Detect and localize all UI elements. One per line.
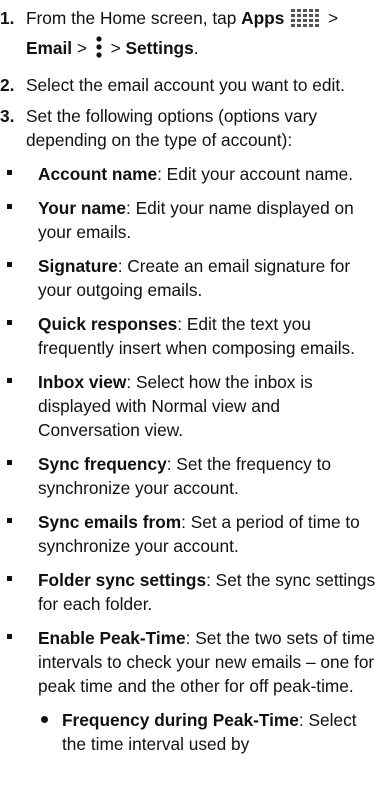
options-list: Account name: Edit your account name. Yo… [0,162,390,756]
step-text: Select the email account you want to edi… [26,75,345,95]
bullet-square-icon [7,460,12,465]
option-term: Sync frequency [38,454,167,474]
separator: > [105,38,126,58]
option-term: Account name [38,164,158,184]
bullet-square-icon [7,204,12,209]
list-item: Signature: Create an email signature for… [0,254,390,302]
step-2: 2. Select the email account you want to … [0,73,390,97]
apps-grid-icon [291,9,321,33]
more-options-icon [96,36,102,64]
list-item: Folder sync settings: Set the sync setti… [0,568,390,616]
list-item: Sync emails from: Set a period of time t… [0,510,390,558]
bullet-square-icon [7,634,12,639]
option-term: Quick responses [38,314,178,334]
step-text: Set the following options (options vary … [26,106,318,150]
settings-label: Settings [125,38,194,58]
list-item: Quick responses: Edit the text you frequ… [0,312,390,360]
instructions-page: 1. From the Home screen, tap Apps > Emai… [0,0,390,756]
step-text: From the Home screen, tap [26,8,242,28]
apps-label: Apps [241,8,285,28]
list-item: Your name: Edit your name displayed on y… [0,196,390,244]
step-3: 3. Set the following options (options va… [0,104,390,152]
step-number: 1. [0,8,15,28]
bullet-square-icon [7,320,12,325]
step-number: 3. [0,106,15,126]
list-item: Enable Peak-Time: Set the two sets of ti… [0,626,390,756]
bullet-square-icon [7,378,12,383]
step-1-line-2: Email > > Settings. [26,36,382,66]
list-item: Account name: Edit your account name. [0,162,390,186]
step-1: 1. From the Home screen, tap Apps > Emai… [0,6,390,66]
option-term: Signature [38,256,118,276]
list-item: Inbox view: Select how the inbox is disp… [0,370,390,442]
bullet-square-icon [7,576,12,581]
option-desc: : Edit your account name. [157,164,354,184]
bullet-dot-icon [41,716,48,723]
sub-options-list: Frequency during Peak-Time: Select the t… [38,708,382,756]
option-term: Sync emails from [38,512,182,532]
bullet-square-icon [7,262,12,267]
list-item: Frequency during Peak-Time: Select the t… [38,708,382,756]
option-term: Enable Peak-Time [38,628,186,648]
bullet-square-icon [7,170,12,175]
list-item: Sync frequency: Set the frequency to syn… [0,452,390,500]
option-term: Your name [38,198,127,218]
option-term: Inbox view [38,372,127,392]
step-1-line-1: From the Home screen, tap Apps > [26,6,382,36]
step-text-end: . [193,38,199,58]
separator: > [72,38,92,58]
option-term: Folder sync settings [38,570,207,590]
separator: > [323,8,339,28]
option-term: Frequency during Peak-Time [62,710,299,730]
step-number: 2. [0,75,15,95]
email-label: Email [26,38,73,58]
bullet-square-icon [7,518,12,523]
